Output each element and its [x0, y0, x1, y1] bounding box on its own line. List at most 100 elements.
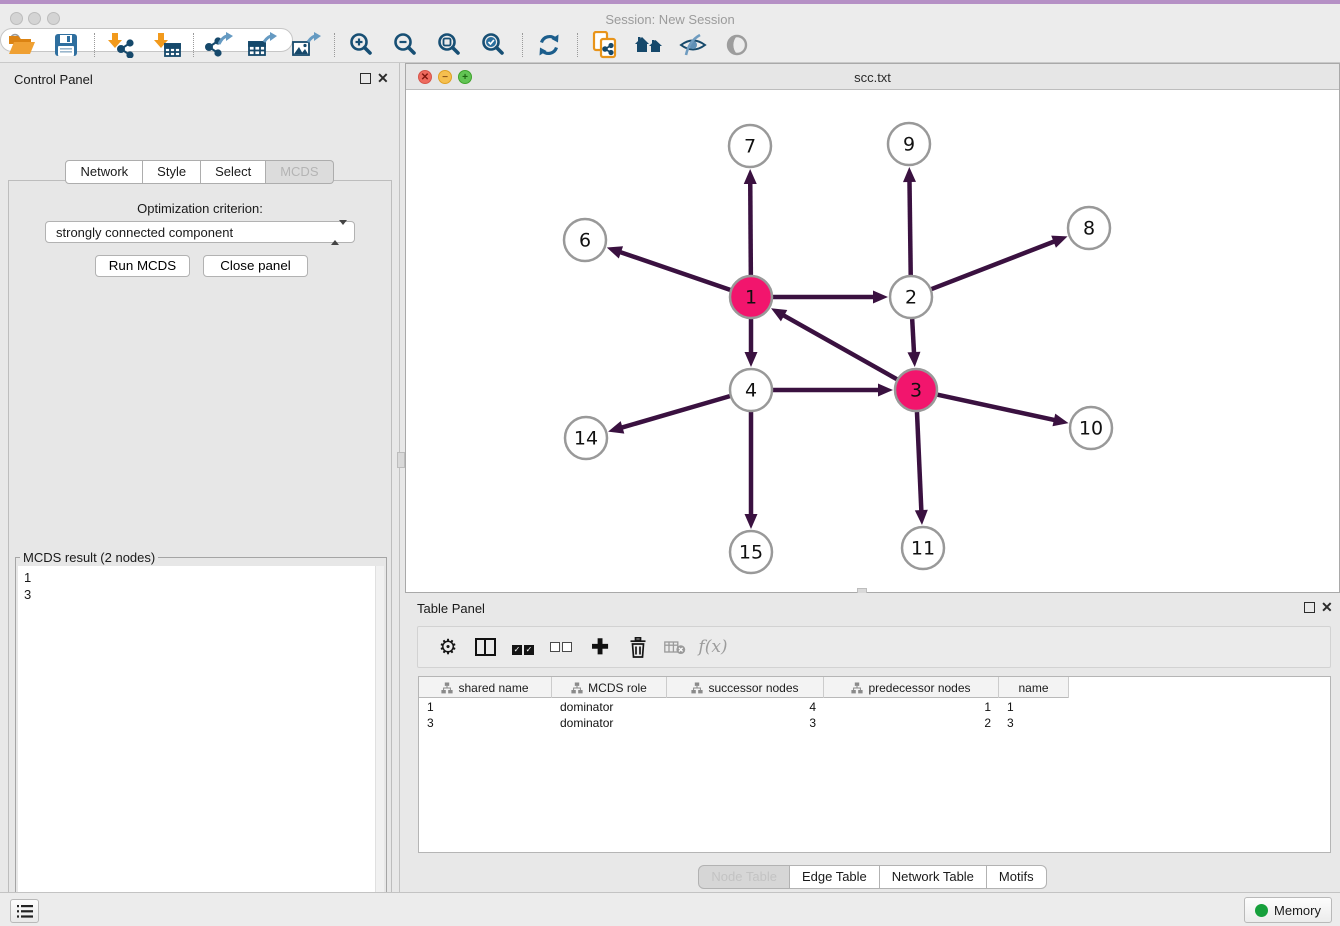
import-network-button[interactable] [102, 31, 138, 59]
tab-mcds[interactable]: MCDS [266, 160, 333, 184]
clone-network-button[interactable] [587, 31, 623, 59]
delete-table-button[interactable] [659, 627, 691, 667]
zoom-fit-button[interactable] [432, 31, 468, 59]
float-panel-icon[interactable] [360, 73, 371, 84]
tab-select[interactable]: Select [201, 160, 266, 184]
graph-edge-1-7[interactable] [750, 182, 751, 275]
edge-arrowhead [878, 384, 893, 397]
result-scrollbar[interactable] [375, 566, 384, 926]
column-header-name[interactable]: name [999, 677, 1069, 698]
node-label-8: 8 [1083, 218, 1095, 240]
save-session-button[interactable] [48, 31, 84, 59]
cell-predecessor-nodes[interactable]: 1 [824, 699, 999, 715]
zoom-in-icon [349, 32, 375, 58]
edge-arrowhead [907, 352, 920, 367]
cell-successor-nodes[interactable]: 4 [667, 699, 824, 715]
show-columns-button[interactable] [469, 627, 501, 667]
column-source-icon [691, 682, 703, 694]
node-label-15: 15 [739, 542, 763, 564]
close-panel-icon[interactable]: ✕ [1321, 602, 1333, 613]
import-table-button[interactable] [148, 31, 184, 59]
float-panel-icon[interactable] [1304, 602, 1315, 613]
main-toolbar [0, 28, 1340, 63]
unselect-all-columns-button[interactable] [545, 627, 577, 667]
tab-edge-table[interactable]: Edge Table [790, 865, 880, 889]
column-header-shared-name[interactable]: shared name [419, 677, 552, 698]
close-panel-icon[interactable]: ✕ [377, 73, 389, 84]
create-column-button[interactable]: ✚ [584, 627, 616, 667]
criterion-value: strongly connected component [56, 225, 233, 240]
columns-icon [475, 638, 496, 656]
memory-button[interactable]: Memory [1244, 897, 1332, 923]
graph-edge-2-8[interactable] [932, 241, 1056, 289]
graph-edge-3-10[interactable] [937, 395, 1055, 421]
cell-shared-name[interactable]: 1 [419, 699, 552, 715]
toolbar-separator [522, 33, 523, 57]
table-panel-title: Table Panel [417, 601, 485, 616]
zoom-selected-button[interactable] [476, 31, 512, 59]
node-label-10: 10 [1079, 418, 1103, 440]
criterion-select[interactable]: strongly connected component [45, 221, 355, 243]
vertical-splitter-handle[interactable] [397, 452, 405, 468]
window-title: Session: New Session [0, 12, 1340, 27]
export-network-button[interactable] [200, 31, 236, 59]
export-network-icon [203, 32, 233, 58]
cell-name[interactable]: 3 [999, 715, 1069, 731]
show-graphics-details-button[interactable] [719, 31, 755, 59]
delete-column-button[interactable] [622, 627, 654, 667]
tab-network[interactable]: Network [65, 160, 143, 184]
open-session-button[interactable] [4, 31, 40, 59]
graph-edge-4-14[interactable] [621, 396, 730, 428]
refresh-view-button[interactable] [531, 31, 567, 59]
table-row-3[interactable]: 3dominator323 [419, 715, 1069, 731]
mcds-result-list[interactable]: 1 3 [18, 566, 376, 926]
delete-table-icon [664, 640, 686, 655]
status-bar: Memory [0, 892, 1340, 926]
zoom-selected-icon [481, 32, 507, 58]
toolbar-separator [193, 33, 194, 57]
column-header-successor-nodes[interactable]: successor nodes [667, 677, 824, 698]
tab-style[interactable]: Style [143, 160, 201, 184]
export-image-icon [291, 32, 321, 58]
table-row-1[interactable]: 1dominator411 [419, 699, 1069, 715]
tab-network-table[interactable]: Network Table [880, 865, 987, 889]
first-neighbors-button[interactable] [631, 31, 667, 59]
tab-node-table[interactable]: Node Table [698, 865, 790, 889]
zoom-out-button[interactable] [388, 31, 424, 59]
graph-edge-2-3[interactable] [912, 319, 914, 354]
cell-MCDS-role[interactable]: dominator [552, 699, 667, 715]
column-header-predecessor-nodes[interactable]: predecessor nodes [824, 677, 999, 698]
zoom-in-button[interactable] [344, 31, 380, 59]
close-panel-button[interactable]: Close panel [203, 255, 308, 277]
select-all-columns-button[interactable]: ✓✓ [507, 627, 539, 667]
mcds-result-title: MCDS result (2 nodes) [20, 550, 158, 565]
hide-graphics-details-button[interactable] [675, 31, 711, 59]
unchecked-boxes-icon [549, 640, 573, 655]
graph-edge-3-11[interactable] [917, 412, 921, 512]
node-table: shared nameMCDS rolesuccessor nodesprede… [418, 676, 1331, 853]
cell-successor-nodes[interactable]: 3 [667, 715, 824, 731]
graph-edge-1-6[interactable] [619, 252, 730, 290]
node-label-6: 6 [579, 230, 591, 252]
column-header-MCDS-role[interactable]: MCDS role [552, 677, 667, 698]
zoom-out-icon [393, 32, 419, 58]
cell-shared-name[interactable]: 3 [419, 715, 552, 731]
open-folder-icon [8, 33, 36, 57]
network-canvas[interactable]: 1234678910111415 [406, 90, 1339, 592]
cell-name[interactable]: 1 [999, 699, 1069, 715]
save-disk-icon [54, 33, 78, 57]
export-table-button[interactable] [244, 31, 280, 59]
export-image-button[interactable] [288, 31, 324, 59]
function-builder-button[interactable]: f(x) [697, 627, 729, 667]
run-mcds-button[interactable]: Run MCDS [95, 255, 190, 277]
graph-edge-2-9[interactable] [909, 180, 910, 275]
edge-arrowhead [1052, 414, 1068, 427]
graph-edge-3-1[interactable] [782, 315, 896, 380]
edge-arrowhead [745, 514, 758, 529]
task-history-button[interactable] [10, 899, 39, 923]
cell-predecessor-nodes[interactable]: 2 [824, 715, 999, 731]
table-options-button[interactable]: ⚙ [432, 627, 464, 667]
import-network-icon [105, 32, 135, 58]
tab-motifs[interactable]: Motifs [987, 865, 1047, 889]
cell-MCDS-role[interactable]: dominator [552, 715, 667, 731]
